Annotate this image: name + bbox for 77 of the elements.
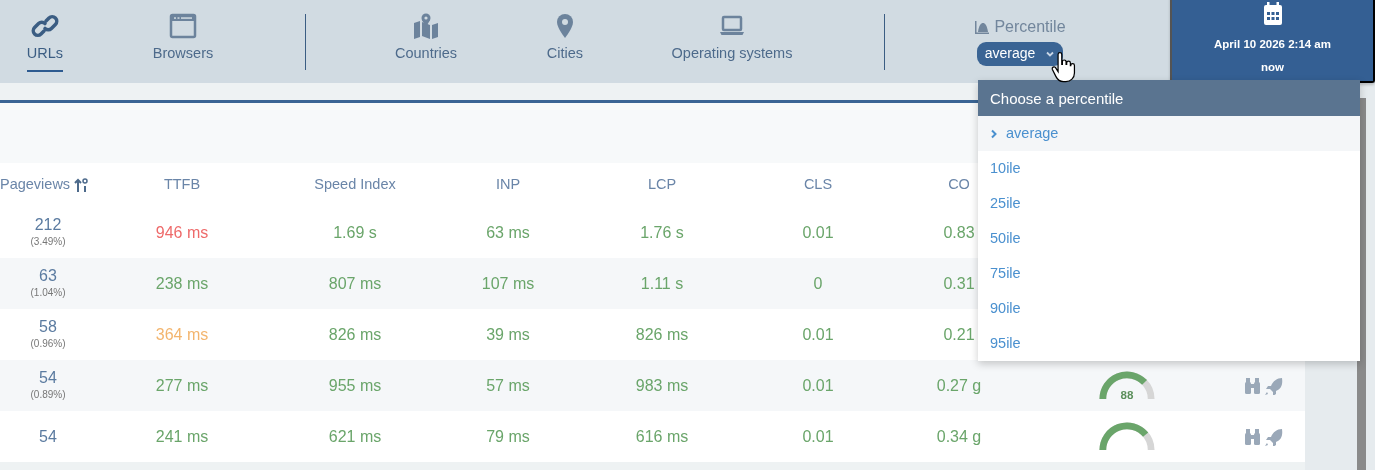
column-header: Speed Index	[314, 175, 396, 195]
metric-value: 0.01	[802, 324, 834, 345]
pageview-share: (0.96%)	[30, 336, 66, 351]
percentile-label: Percentile	[994, 17, 1066, 37]
metric-value: 241 ms	[155, 426, 209, 447]
metric-value: 955 ms	[328, 375, 382, 396]
map-icon	[412, 12, 440, 40]
metric-value: 0	[813, 273, 823, 294]
pageview-count: 63	[39, 267, 57, 285]
metric-value: 277 ms	[155, 375, 209, 396]
menu-title: Choose a percentile	[978, 80, 1360, 116]
metric-value: 0.21	[943, 324, 975, 345]
pageview-share: (0.89%)	[30, 387, 66, 402]
metric-value: 364 ms	[155, 324, 209, 345]
link-icon	[31, 12, 59, 40]
hand-pointer-cursor	[1050, 52, 1076, 84]
metric-value: 621 ms	[328, 426, 382, 447]
score-gauge	[1098, 421, 1156, 452]
metric-value: 1.76 s	[640, 222, 684, 243]
rocket-icon[interactable]	[1264, 377, 1282, 395]
metric-value: 39 ms	[486, 324, 530, 345]
metric-value: 616 ms	[635, 426, 689, 447]
metric-value: 0.27 g	[936, 375, 982, 396]
nav-tab[interactable]: URLs	[0, 0, 90, 83]
column-header: CLS	[803, 175, 833, 195]
metric-value: 79 ms	[486, 426, 530, 447]
metric-value: 57 ms	[486, 375, 530, 396]
nav-tab[interactable]: Countries	[334, 0, 518, 83]
chevron-right-icon	[990, 128, 998, 139]
column-header: TTFB	[163, 175, 201, 195]
metric-value: 807 ms	[328, 273, 382, 294]
metric-value: 63 ms	[486, 222, 530, 243]
metric-value: 0.01	[802, 222, 834, 243]
nav-tab[interactable]: Operating systems	[612, 0, 852, 83]
pageview-count: 58	[39, 318, 57, 336]
metric-value: 238 ms	[155, 273, 209, 294]
nav-tab[interactable]: Browsers	[90, 0, 276, 83]
percentile-option[interactable]: 10ile	[978, 151, 1360, 186]
date-text: April 10 2026 2:14 am	[1214, 37, 1331, 52]
binoculars-icon[interactable]	[1244, 377, 1260, 394]
percentile-option[interactable]: 25ile	[978, 186, 1360, 221]
pageview-count: 212	[34, 216, 62, 234]
binoculars-icon[interactable]	[1244, 428, 1260, 445]
pageview-count: 54	[39, 427, 57, 446]
metric-value: 0.31	[943, 273, 975, 294]
metric-value: 826 ms	[635, 324, 689, 345]
percentile-option[interactable]: 95ile	[978, 326, 1360, 361]
metric-value: 946 ms	[155, 222, 209, 243]
metric-value: 983 ms	[635, 375, 689, 396]
percentile-option[interactable]: 90ile	[978, 291, 1360, 326]
metric-value: 107 ms	[481, 273, 535, 294]
percentile-option[interactable]: 50ile	[978, 221, 1360, 256]
pageview-share: (1.04%)	[30, 285, 66, 300]
column-header: LCP	[647, 175, 677, 195]
pageview-share: (3.49%)	[30, 234, 66, 249]
metric-value: 826 ms	[328, 324, 382, 345]
column-header[interactable]: Pageviews	[0, 174, 89, 196]
date-picker-button[interactable]: April 10 2026 2:14 am now	[1170, 0, 1375, 83]
percentile-dropdown[interactable]: average	[976, 42, 1064, 66]
score-gauge: 88	[1098, 370, 1156, 401]
calendar-icon	[1262, 2, 1283, 26]
browser-window-icon	[169, 12, 197, 40]
percentile-option[interactable]: average	[978, 116, 1360, 151]
nav-tab[interactable]: Cities	[518, 0, 612, 83]
column-header: INP	[495, 175, 521, 195]
metric-value: 0.83	[943, 222, 975, 243]
metric-value: 1.11 s	[640, 273, 684, 294]
pageview-count: 54	[39, 369, 57, 387]
date-range-text: now	[1261, 60, 1284, 76]
rocket-icon[interactable]	[1264, 428, 1282, 446]
percentile-option[interactable]: 75ile	[978, 256, 1360, 291]
metric-value: 0.01	[802, 375, 834, 396]
metric-value: 0.34 g	[936, 426, 982, 447]
bell-curve-icon	[974, 19, 991, 35]
metric-value: 1.69 s	[333, 222, 377, 243]
column-header: CO	[948, 175, 970, 195]
metric-value: 0.01	[802, 426, 834, 447]
